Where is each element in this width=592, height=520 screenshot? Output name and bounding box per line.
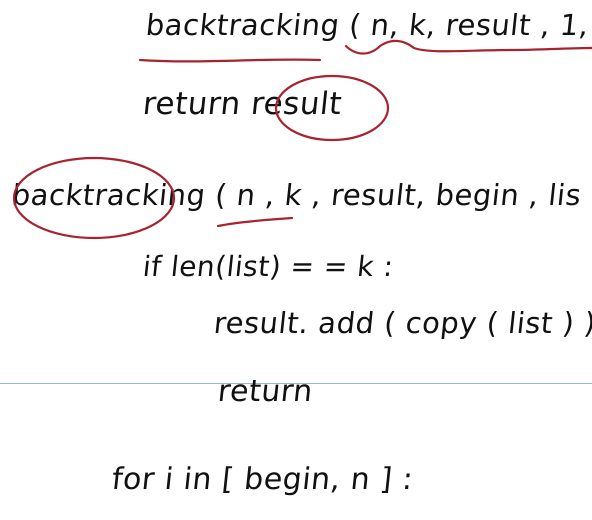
handwritten-notes-canvas: backtracking ( n, k, result , 1, i retur… [0, 0, 592, 520]
underline-n-k [216, 216, 294, 228]
red-annotation-layer [12, 39, 592, 240]
circle-backtracking-def [12, 156, 176, 240]
underline-backtracking-call [138, 58, 322, 63]
circle-result [274, 74, 390, 142]
wavy-underline-args [344, 39, 592, 55]
